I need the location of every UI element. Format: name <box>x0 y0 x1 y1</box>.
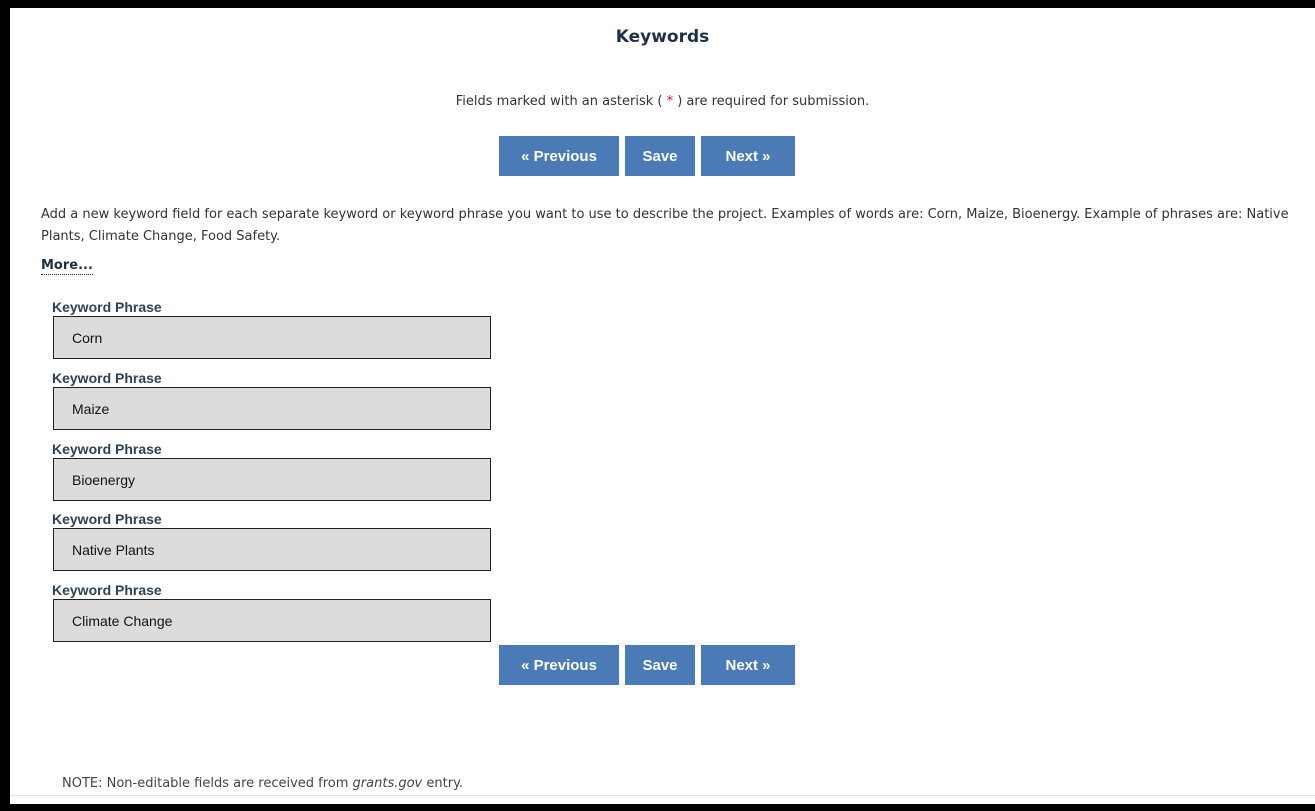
keyword-label: Keyword Phrase <box>52 299 162 315</box>
keyword-entry: Keyword Phrase Corn <box>52 298 491 359</box>
required-note-before: Fields marked with an asterisk ( <box>455 94 663 109</box>
previous-button[interactable]: « Previous <box>499 136 619 176</box>
keyword-entry: Keyword Phrase Native Plants <box>52 510 491 571</box>
required-fields-note: Fields marked with an asterisk ( * ) are… <box>10 94 1315 109</box>
instructions-text: Add a new keyword field for each separat… <box>41 207 1289 244</box>
save-button[interactable]: Save <box>625 645 695 685</box>
keyword-entry: Keyword Phrase Maize <box>52 369 491 430</box>
keyword-field[interactable]: Corn <box>53 316 491 359</box>
keyword-label: Keyword Phrase <box>52 370 162 386</box>
keyword-field[interactable]: Maize <box>53 387 491 430</box>
more-link[interactable]: More... <box>41 258 93 275</box>
save-button[interactable]: Save <box>625 136 695 176</box>
keyword-entry: Keyword Phrase Climate Change <box>52 581 491 642</box>
note-text-end: entry. <box>422 776 464 791</box>
keyword-entry: Keyword Phrase Bioenergy <box>52 440 491 501</box>
required-note-after: ) are required for submission. <box>677 94 870 109</box>
keyword-field[interactable]: Climate Change <box>53 599 491 642</box>
page-title: Keywords <box>615 27 710 47</box>
divider <box>10 795 1315 796</box>
keyword-label: Keyword Phrase <box>52 441 162 457</box>
previous-button[interactable]: « Previous <box>499 645 619 685</box>
keyword-label: Keyword Phrase <box>52 582 162 598</box>
note-text: Non-editable fields are received from <box>102 776 353 791</box>
asterisk-marker: * <box>662 94 678 109</box>
keyword-label: Keyword Phrase <box>52 511 162 527</box>
next-button[interactable]: Next » <box>701 645 795 685</box>
footer-note: NOTE: Non-editable fields are received f… <box>62 776 463 791</box>
note-prefix: NOTE: <box>62 776 103 791</box>
note-source: grants.gov <box>352 776 423 791</box>
keywords-page: Keywords Fields marked with an asterisk … <box>10 8 1315 804</box>
keyword-field[interactable]: Native Plants <box>53 528 491 571</box>
next-button[interactable]: Next » <box>701 136 795 176</box>
keyword-field[interactable]: Bioenergy <box>53 458 491 501</box>
